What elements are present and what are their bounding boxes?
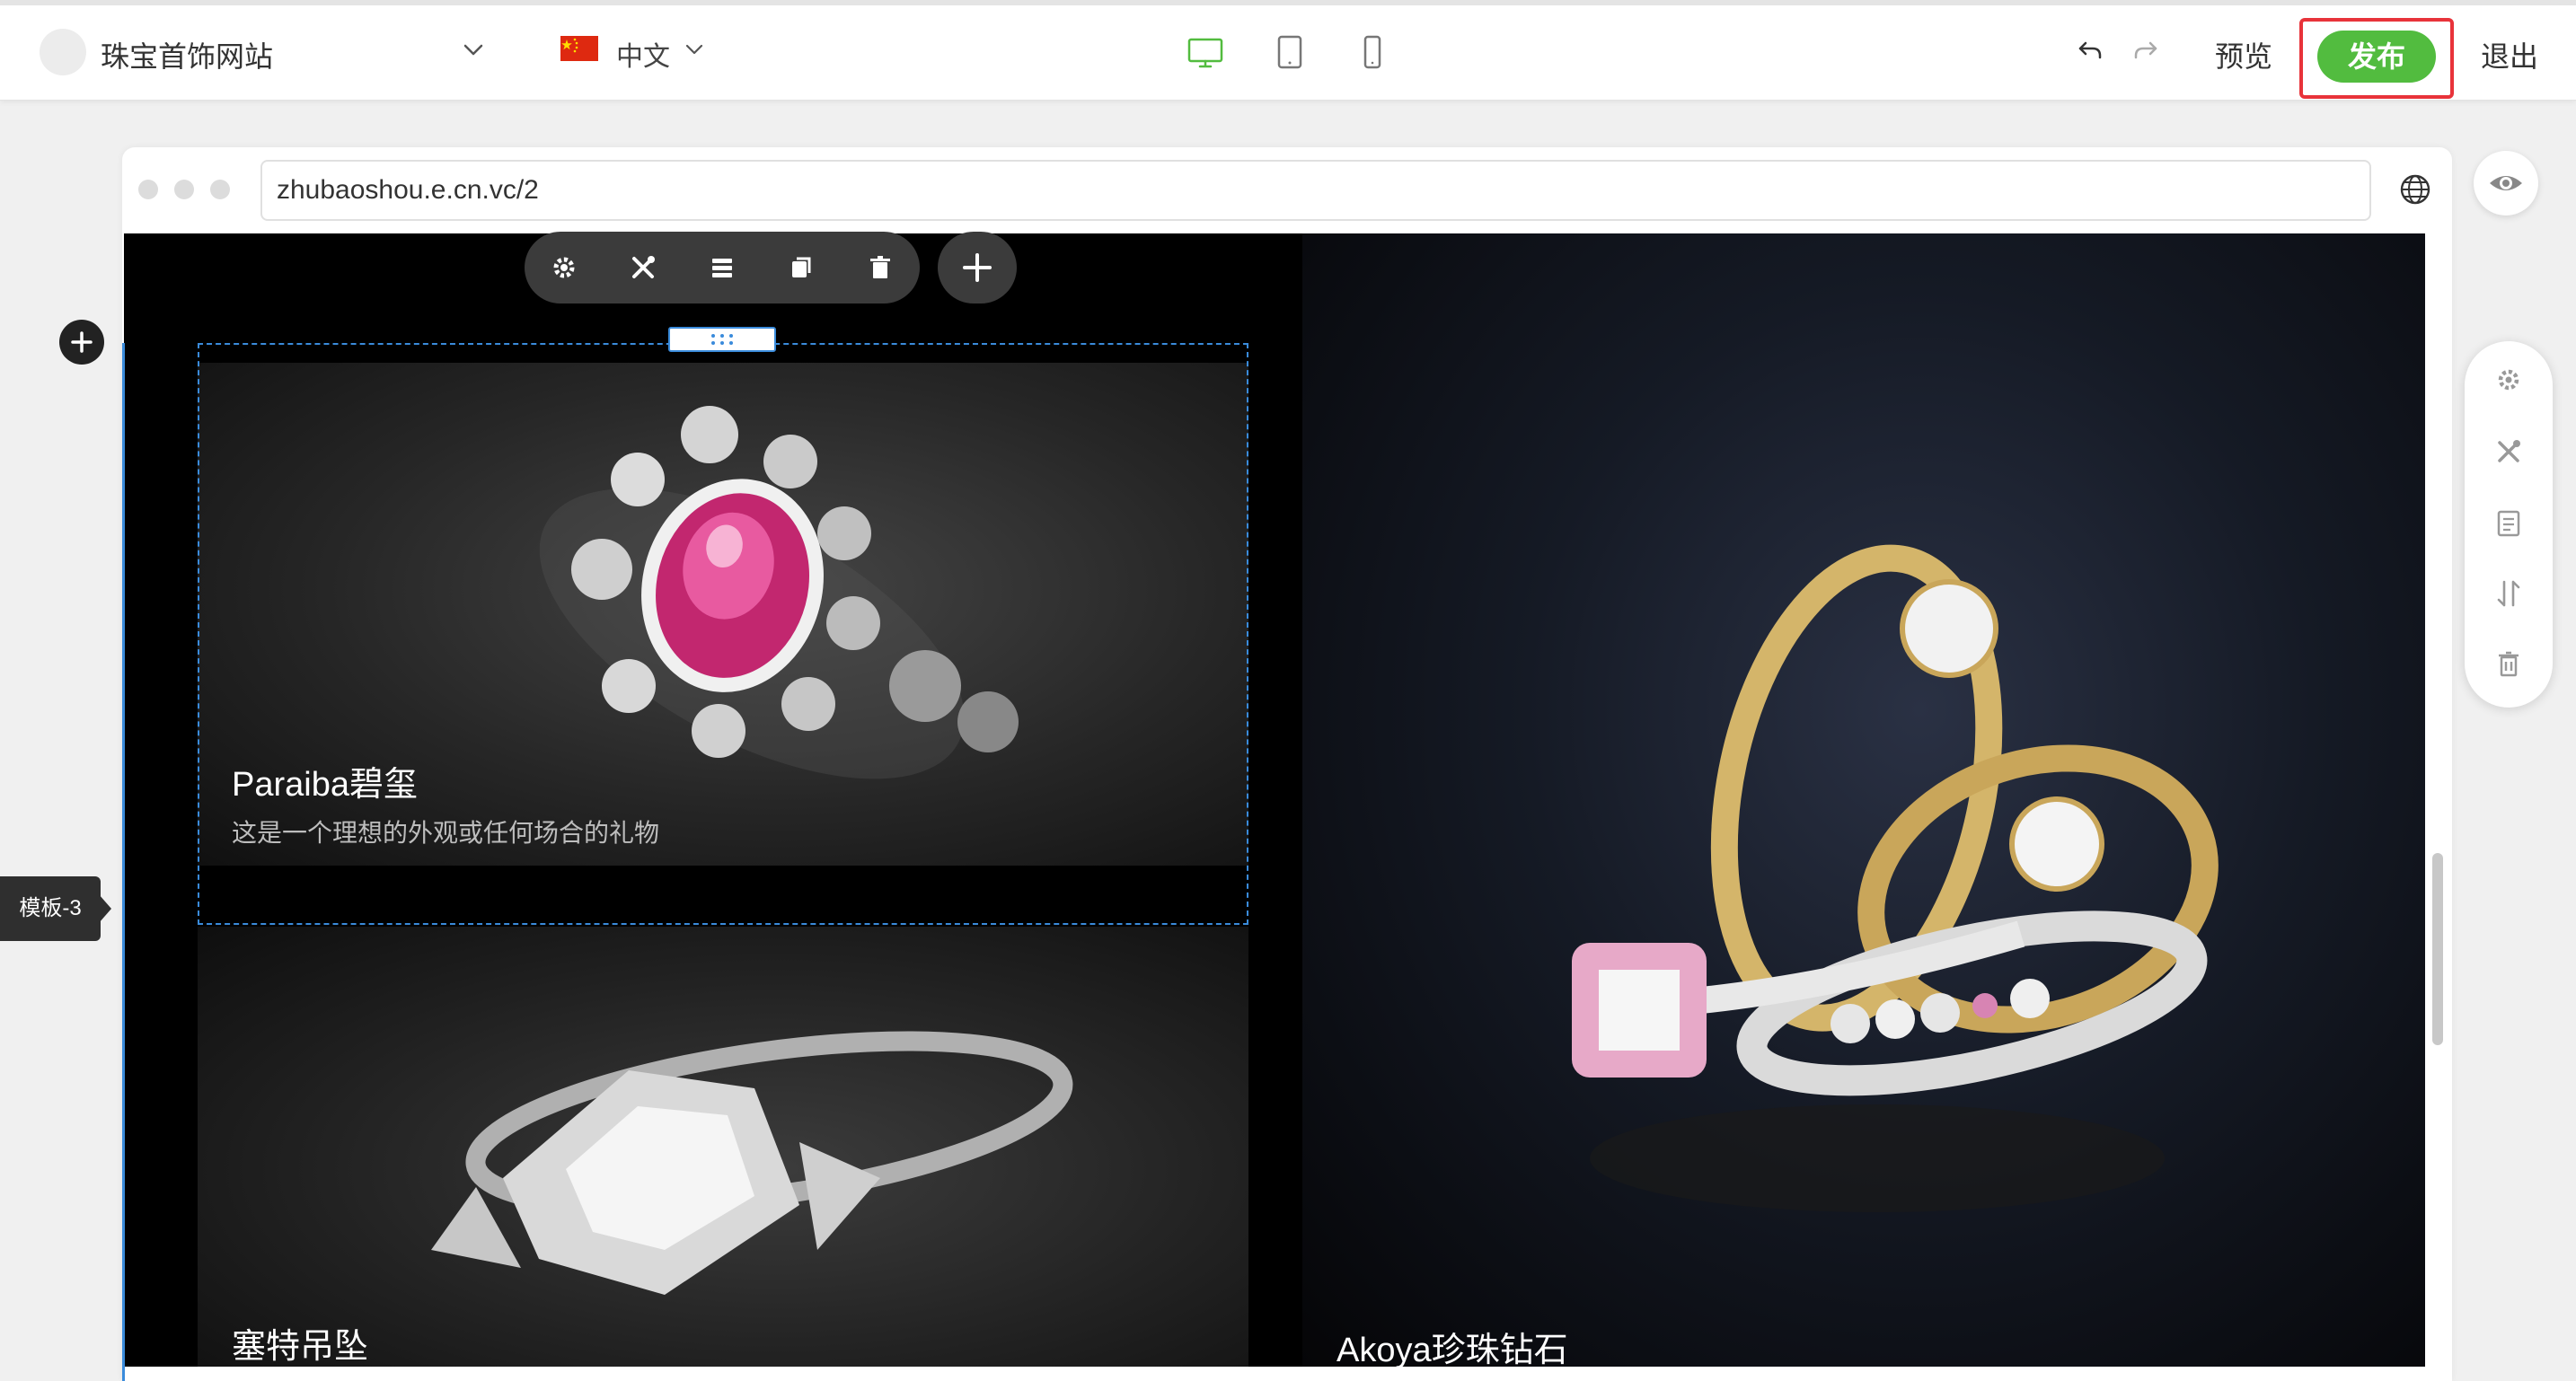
gear-icon[interactable] — [546, 250, 582, 286]
site-avatar[interactable] — [40, 29, 86, 75]
gold-diamond-rings-image — [1572, 544, 2219, 1212]
design-icon[interactable] — [2492, 435, 2526, 469]
desktop-device-icon[interactable] — [1186, 32, 1225, 72]
add-block-button[interactable] — [938, 232, 1017, 303]
drag-dots-icon — [711, 334, 733, 345]
language-chevron-down-icon[interactable] — [683, 38, 706, 61]
drag-handle[interactable] — [668, 327, 776, 352]
window-dot — [174, 180, 194, 199]
card-subtitle[interactable]: 这是一个理想的外观或任何场合的礼物 — [232, 814, 659, 849]
exit-button[interactable]: 退出 — [2481, 34, 2538, 75]
tablet-device-icon[interactable] — [1270, 32, 1310, 72]
url-bar[interactable]: zhubaoshou.e.cn.vc/2 — [260, 160, 2371, 221]
mobile-device-icon[interactable] — [1353, 32, 1392, 72]
template-label-arrow — [99, 894, 111, 923]
window-dot — [210, 180, 230, 199]
publish-button[interactable]: 发布 — [2317, 31, 2436, 83]
site-chevron-down-icon[interactable] — [460, 36, 487, 63]
template-label[interactable]: 模板-3 — [0, 876, 101, 941]
plus-icon — [71, 331, 93, 353]
product-card[interactable] — [198, 927, 1248, 1367]
eye-icon — [2490, 176, 2522, 190]
trash-icon[interactable] — [2492, 647, 2526, 681]
gear-icon[interactable] — [2492, 363, 2526, 397]
copy-icon[interactable] — [783, 250, 819, 286]
canvas-scrollbar[interactable] — [2432, 853, 2443, 1045]
site-name[interactable]: 珠宝首饰网站 — [101, 34, 273, 75]
diamond-ring-image — [431, 1031, 1073, 1295]
product-card[interactable] — [1302, 233, 2425, 1367]
preview-button[interactable]: 预览 — [2215, 34, 2272, 75]
globe-icon[interactable] — [2396, 171, 2434, 208]
china-flag-icon[interactable] — [560, 36, 598, 61]
redo-icon[interactable] — [2130, 36, 2159, 65]
sort-icon[interactable] — [2492, 576, 2526, 611]
window-dot — [138, 180, 158, 199]
plus-icon — [963, 253, 992, 282]
card-title[interactable]: Paraiba碧玺 — [232, 756, 418, 805]
editor-root: 珠宝首饰网站 中文 预览 发布 退出 zhubaoshou.e.cn.vc/2 — [0, 0, 2576, 1381]
layers-icon[interactable] — [704, 250, 740, 286]
card-title[interactable]: Akoya珍珠钻石 — [1337, 1322, 1568, 1371]
section-guide-line — [122, 343, 125, 1381]
language-selector[interactable]: 中文 — [616, 34, 670, 74]
card-title[interactable]: 塞特吊坠 — [232, 1318, 368, 1368]
view-toggle-button[interactable] — [2474, 151, 2538, 216]
add-section-button[interactable] — [59, 320, 104, 365]
design-icon[interactable] — [625, 250, 661, 286]
page-icon[interactable] — [2492, 506, 2526, 541]
undo-icon[interactable] — [2077, 36, 2105, 65]
trash-icon[interactable] — [862, 250, 898, 286]
